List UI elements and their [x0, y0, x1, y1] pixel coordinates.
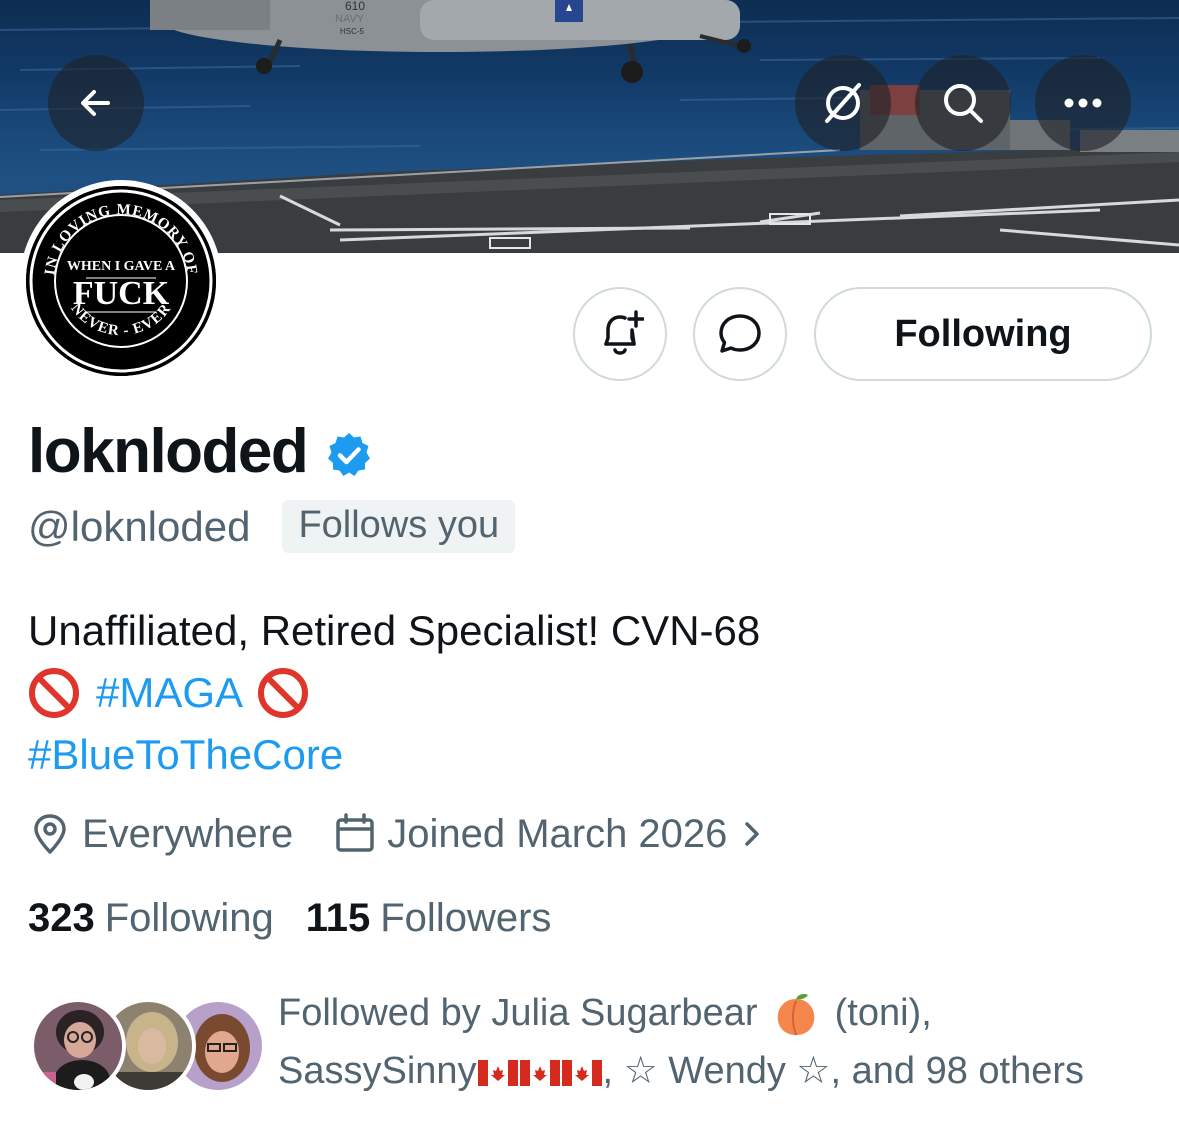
message-button[interactable]	[693, 287, 787, 381]
name-row: loknloded	[28, 416, 373, 487]
grok-icon	[825, 83, 861, 123]
back-button[interactable]	[48, 55, 144, 151]
more-button[interactable]	[1035, 55, 1131, 151]
avatar-image: IN LOVING MEMORY OF NEVER - EVER WHEN I …	[26, 186, 216, 376]
joined-date[interactable]: Joined March 2026	[333, 812, 777, 857]
avatar-line2: FUCK	[73, 275, 170, 312]
following-count: 323	[28, 895, 95, 940]
followed-by-suffix: , and 98 others	[830, 1050, 1085, 1092]
followed-by-name2: SassySinny	[278, 1050, 477, 1092]
follow-stats: 323 Following 115 Followers	[28, 892, 551, 944]
follows-you-badge: Follows you	[282, 500, 516, 553]
followed-by-avatars[interactable]	[30, 998, 266, 1094]
canada-flag-icon	[477, 1059, 518, 1086]
follower-avatar	[30, 998, 126, 1094]
avatar-line1: WHEN I GAVE A	[67, 259, 176, 274]
handle: @loknloded	[28, 502, 251, 550]
heli-squadron: HSC-5	[340, 27, 365, 36]
message-bubble-icon	[719, 314, 761, 353]
canada-flag-icon	[519, 1059, 560, 1086]
chevron-right-icon	[745, 822, 760, 846]
followed-by-name3: ☆ Wendy ☆	[623, 1050, 831, 1092]
no-entry-emoji-icon	[29, 668, 79, 718]
bell-plus-icon	[604, 310, 644, 355]
calendar-icon	[336, 813, 374, 852]
peach-emoji-icon	[777, 994, 815, 1036]
following-stat[interactable]: 323 Following	[28, 896, 274, 941]
grok-button[interactable]	[795, 55, 891, 151]
verified-badge-icon[interactable]	[325, 431, 373, 479]
handle-row: @loknloded Follows you	[28, 500, 516, 553]
following-label: Following	[104, 895, 274, 940]
display-name: loknloded	[28, 417, 309, 486]
location-text: Everywhere	[82, 811, 294, 856]
followers-stat[interactable]: 115 Followers	[306, 896, 552, 941]
more-horizontal-icon	[1064, 98, 1102, 108]
followers-label: Followers	[380, 895, 552, 940]
followed-by-toni: (toni),	[834, 992, 932, 1034]
canada-flag-icon	[561, 1059, 602, 1086]
search-button[interactable]	[915, 55, 1011, 151]
bio-line1: Unaffiliated, Retired Specialist! CVN-68	[28, 607, 761, 654]
location-pin-icon	[34, 814, 66, 854]
no-entry-emoji-icon	[258, 668, 309, 718]
joined-text: Joined March 2026	[387, 811, 728, 856]
profile-avatar[interactable]: IN LOVING MEMORY OF NEVER - EVER WHEN I …	[20, 180, 222, 382]
arrow-left-icon	[81, 90, 110, 116]
hashtag-bluetothecore[interactable]: #BlueToTheCore	[28, 724, 343, 786]
location: Everywhere	[28, 812, 293, 857]
followed-by-prefix: Followed by Julia Sugarbear	[278, 992, 758, 1034]
heli-number: 610	[345, 0, 365, 13]
followed-by-sep: ,	[602, 1050, 614, 1092]
following-button[interactable]: Following	[814, 287, 1152, 381]
hashtag-maga[interactable]: #MAGA	[96, 662, 243, 724]
heli-navy: NAVY	[335, 13, 365, 25]
followers-count: 115	[305, 895, 371, 940]
profile-meta: Everywhere Joined March 2026	[28, 806, 777, 862]
search-icon	[944, 84, 983, 123]
bio: Unaffiliated, Retired Specialist! CVN-68…	[28, 600, 760, 786]
followed-by-text[interactable]: Followed by Julia Sugarbear (toni), Sass…	[278, 984, 1158, 1100]
notify-button[interactable]	[573, 287, 667, 381]
